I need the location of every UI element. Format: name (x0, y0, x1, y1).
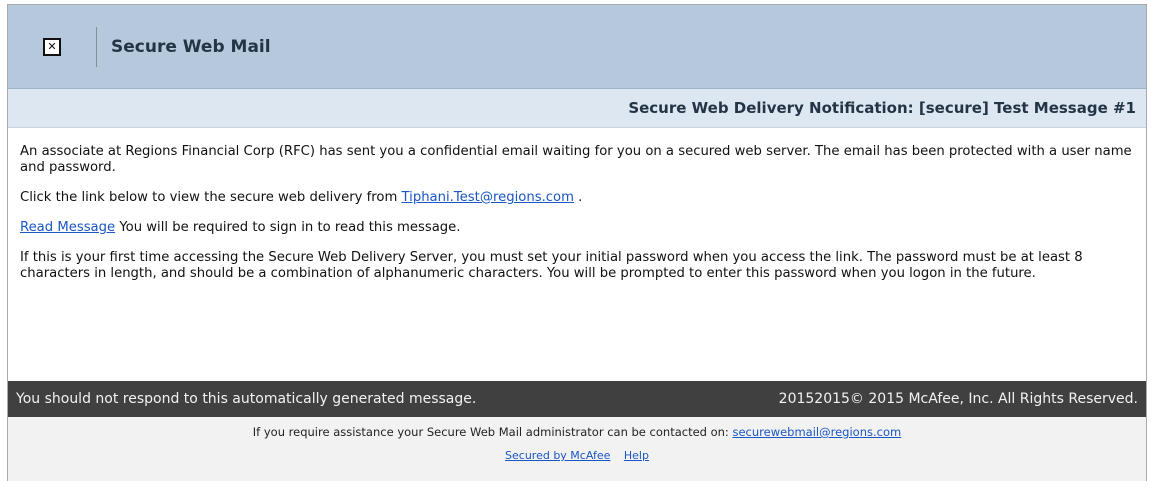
read-message-paragraph: Read Message You will be required to sig… (20, 220, 1134, 236)
message-subject: Secure Web Delivery Notification: [secur… (628, 99, 1136, 117)
intro-paragraph: An associate at Regions Financial Corp (… (20, 144, 1132, 175)
admin-email-link[interactable]: securewebmail@regions.com (732, 425, 901, 439)
header-bar: ✕ Secure Web Mail (8, 5, 1146, 89)
sender-email-link[interactable]: Tiphani.Test@regions.com (402, 190, 574, 205)
read-message-link[interactable]: Read Message (20, 220, 115, 235)
read-message-note: You will be required to sign in to read … (115, 220, 461, 235)
secured-by-mcafee-link[interactable]: Secured by McAfee (505, 449, 610, 462)
help-link[interactable]: Help (624, 449, 649, 462)
sender-suffix: . (573, 190, 583, 205)
close-box-icon[interactable]: ✕ (43, 37, 61, 56)
footer: If you require assistance your Secure We… (8, 417, 1146, 481)
subject-bar: Secure Web Delivery Notification: [secur… (8, 89, 1146, 128)
notice-bar: You should not respond to this automatic… (8, 381, 1146, 417)
sender-paragraph: Click the link below to view the secure … (20, 190, 1134, 206)
assistance-line: If you require assistance your Secure We… (8, 417, 1146, 439)
no-reply-notice: You should not respond to this automatic… (16, 391, 477, 407)
secure-web-mail-window: ✕ Secure Web Mail Secure Web Delivery No… (7, 4, 1147, 481)
password-info-paragraph: If this is your first time accessing the… (20, 250, 1083, 281)
close-box-container[interactable]: ✕ (8, 27, 96, 67)
sender-prefix: Click the link below to view the secure … (20, 190, 402, 205)
message-body: An associate at Regions Financial Corp (… (8, 128, 1146, 302)
copyright-notice: 20152015© 2015 McAfee, Inc. All Rights R… (778, 391, 1138, 407)
header-divider (96, 26, 97, 67)
footer-links: Secured by McAfee Help (8, 439, 1146, 462)
assistance-text: If you require assistance your Secure We… (252, 425, 733, 439)
app-title: Secure Web Mail (111, 36, 271, 57)
